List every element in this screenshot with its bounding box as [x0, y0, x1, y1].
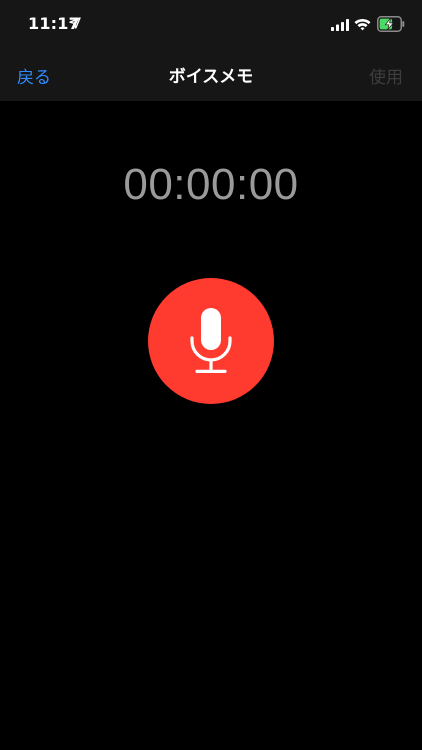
top-chrome: 11:17 戻る ボイスメモ 使用 [0, 0, 422, 101]
navigation-bar: 戻る ボイスメモ 使用 [0, 50, 422, 101]
record-button[interactable] [148, 278, 274, 404]
status-bar: 11:17 [0, 0, 422, 50]
microphone-icon [190, 308, 232, 374]
battery-charging-icon [377, 16, 405, 32]
cellular-signal-icon [331, 19, 349, 31]
use-button[interactable]: 使用 [369, 63, 403, 88]
recording-timer: 00:00:00 [123, 160, 299, 209]
page-title: ボイスメモ [168, 67, 254, 87]
wifi-icon [354, 18, 371, 31]
location-arrow-icon [69, 17, 81, 29]
